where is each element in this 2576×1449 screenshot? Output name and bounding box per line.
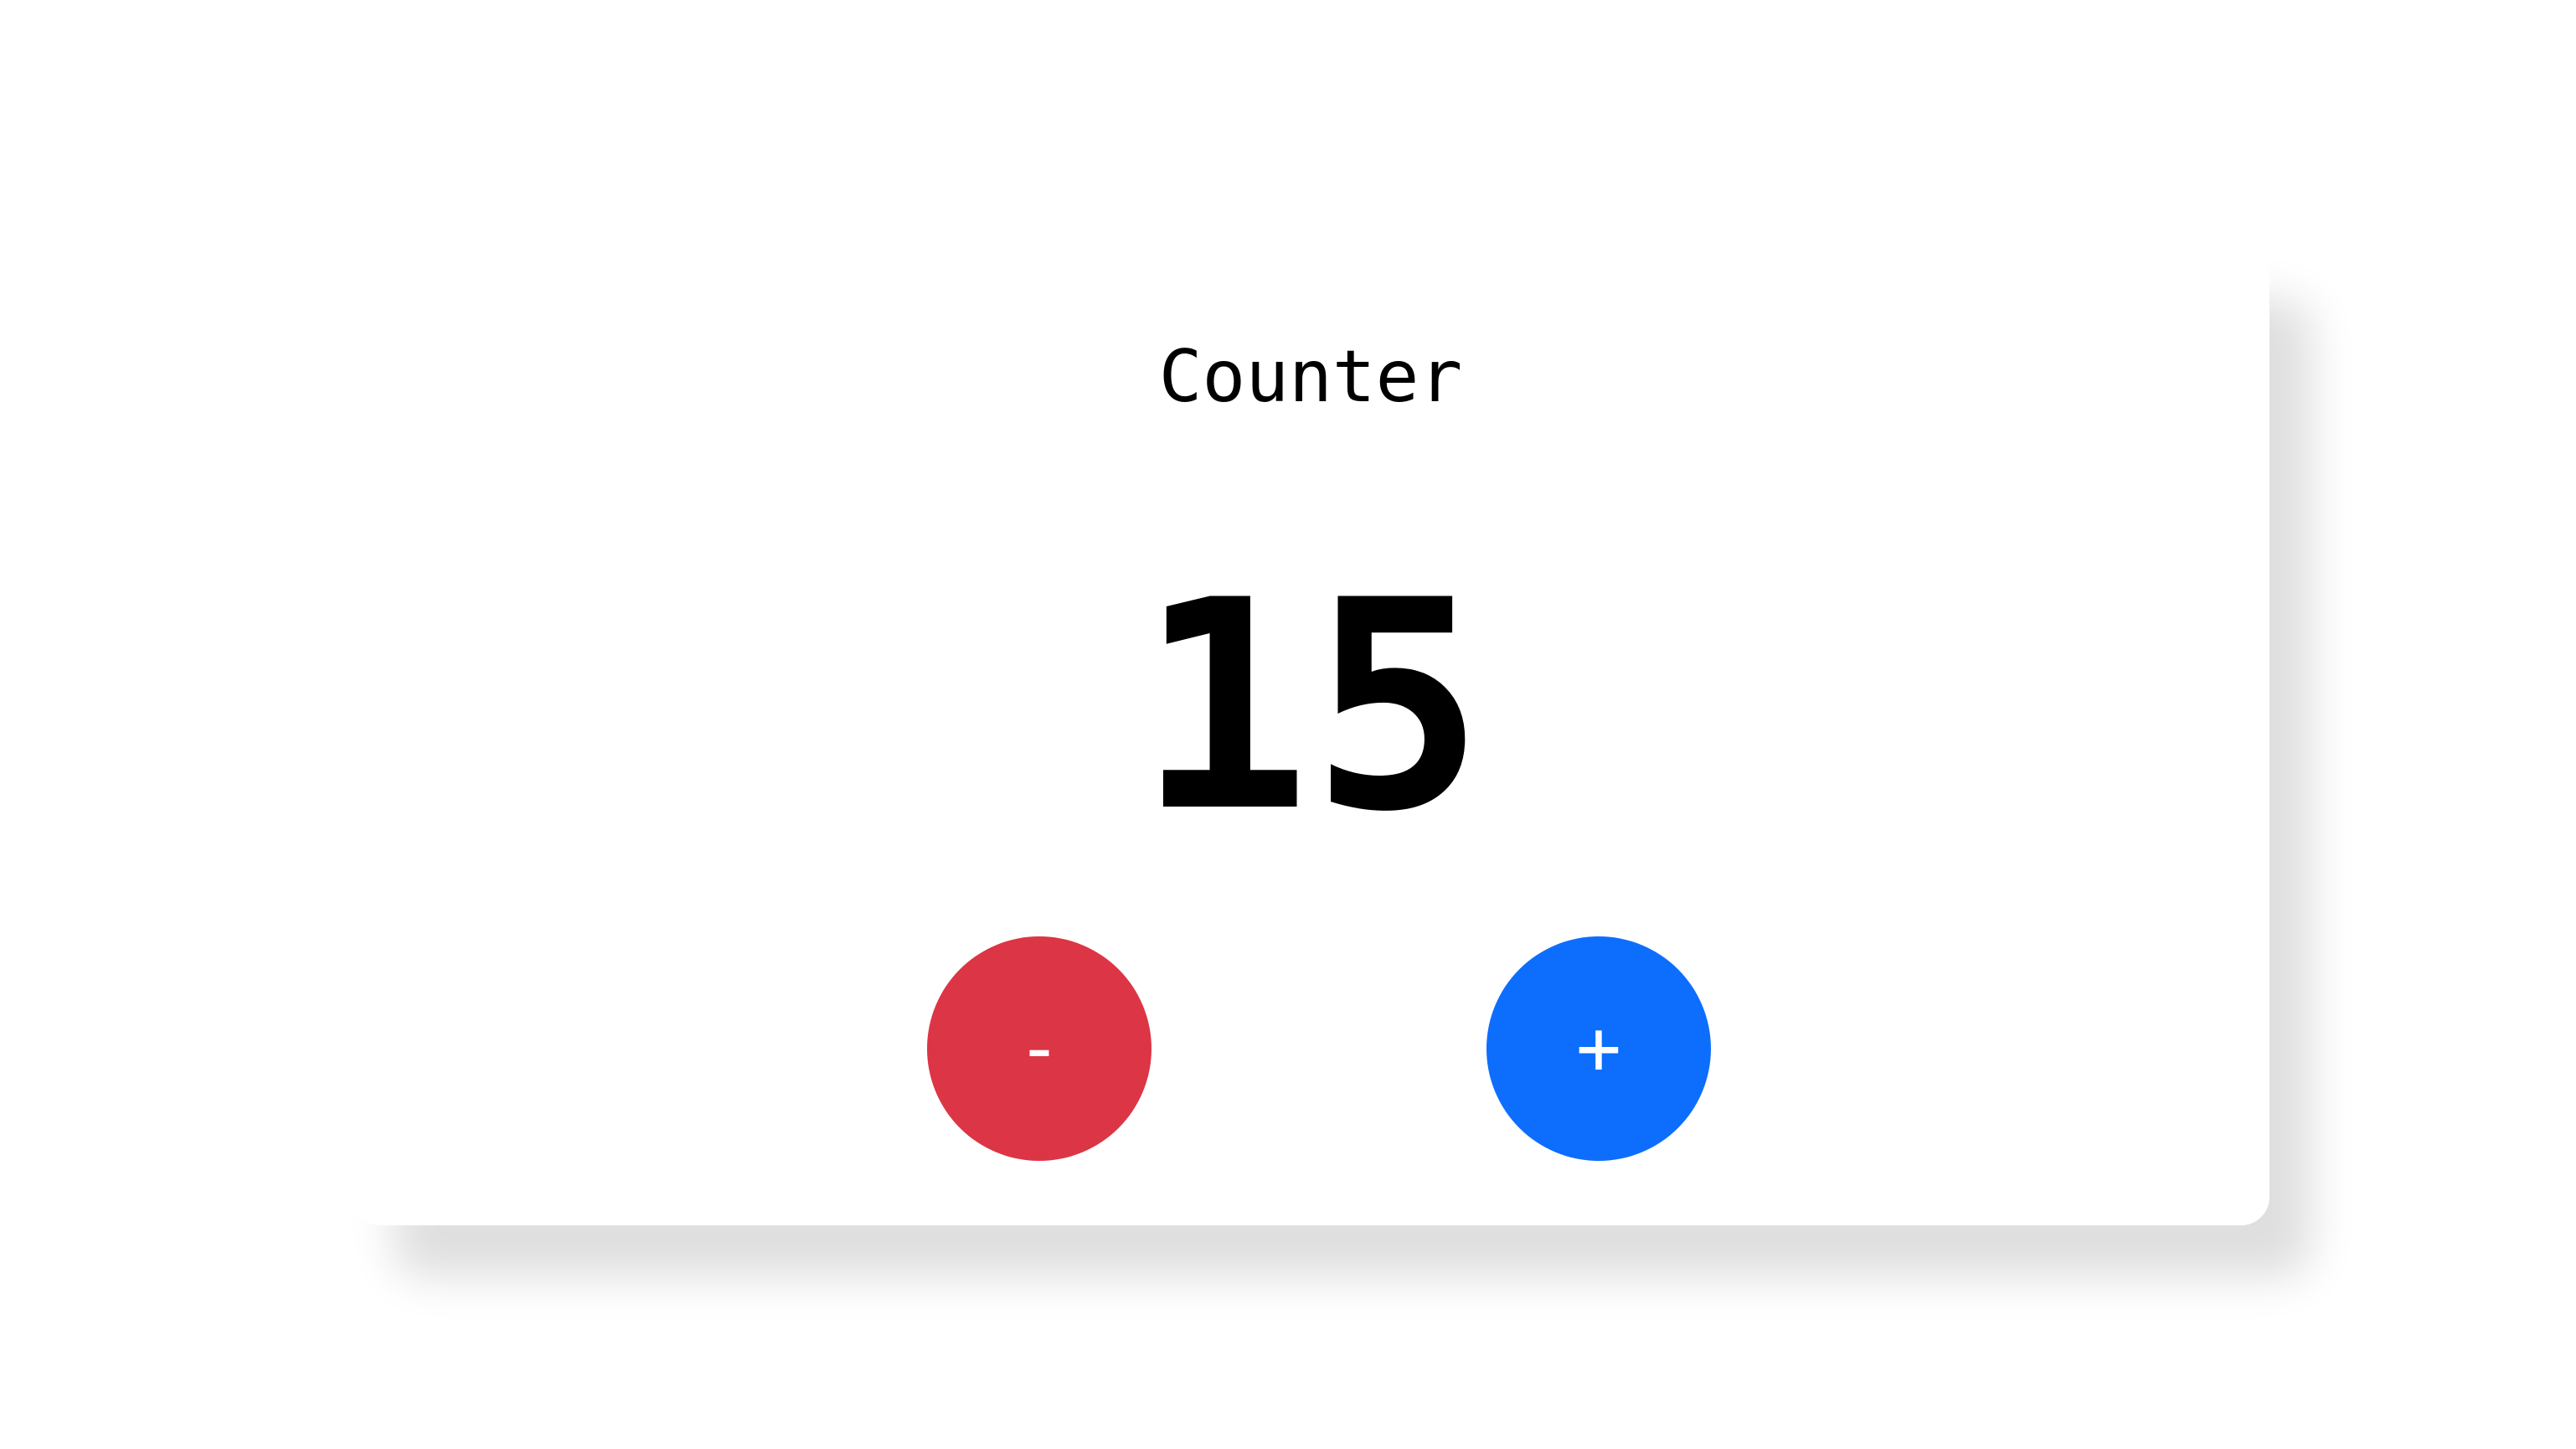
counter-value: 15 [1136,539,1485,875]
decrement-button[interactable]: - [927,936,1151,1161]
decrement-button-label: - [1016,1004,1063,1092]
increment-button[interactable]: + [1486,936,1711,1161]
page: Counter 15 - + [0,0,2576,1449]
increment-button-label: + [1575,1004,1622,1092]
counter-card: Counter 15 - + [352,247,2269,1225]
counter-title: Counter [1158,335,1463,419]
